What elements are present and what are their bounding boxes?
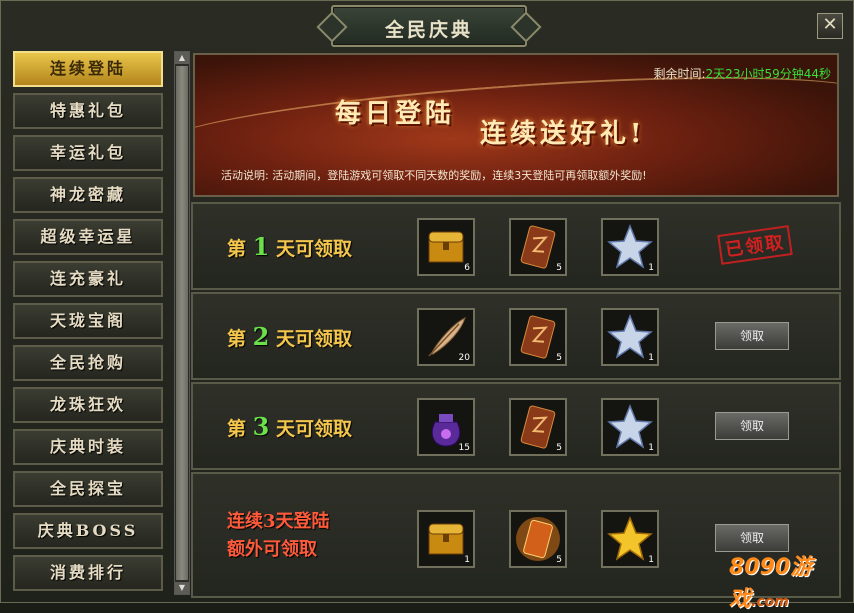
scroll-thumb[interactable] — [176, 66, 188, 580]
reward-item-slot[interactable]: 1 — [601, 308, 659, 366]
reward-item-slot[interactable]: 5 — [509, 510, 567, 568]
reward-item-slot[interactable]: 5 — [509, 308, 567, 366]
event-banner: 每日登陆 连续送好礼! 剩余时间:2天23小时59分钟44秒 活动说明: 活动期… — [193, 53, 839, 197]
item-count: 1 — [648, 555, 654, 565]
reward-item-slot[interactable]: 1 — [417, 510, 475, 568]
reward-item-slot[interactable]: 20 — [417, 308, 475, 366]
reward-item-slot[interactable]: 1 — [601, 218, 659, 276]
sidebar-item-3[interactable]: 神龙密藏 — [13, 177, 163, 213]
reward-item-slot[interactable]: 1 — [601, 398, 659, 456]
sidebar-item-8[interactable]: 龙珠狂欢 — [13, 387, 163, 423]
sidebar-item-5[interactable]: 连充豪礼 — [13, 261, 163, 297]
sidebar-item-2[interactable]: 幸运礼包 — [13, 135, 163, 171]
reward-item-slot[interactable]: 5 — [509, 398, 567, 456]
sidebar-item-7[interactable]: 全民抢购 — [13, 345, 163, 381]
remaining-time-label: 剩余时间: — [653, 67, 706, 81]
day-number: 2 — [252, 322, 270, 351]
reward-item-slot[interactable]: 6 — [417, 218, 475, 276]
item-count: 5 — [556, 443, 562, 453]
bonus-label-line2: 额外可领取 — [227, 539, 317, 560]
bonus-claim-button[interactable]: 领取 — [715, 524, 789, 552]
claim-button[interactable]: 领取 — [715, 412, 789, 440]
day-number: 1 — [252, 232, 270, 261]
celebration-window: 全民庆典 ✕ 连续登陆特惠礼包幸运礼包神龙密藏超级幸运星连充豪礼天珑宝阁全民抢购… — [0, 0, 854, 612]
sidebar-item-6[interactable]: 天珑宝阁 — [13, 303, 163, 339]
site-watermark: 8090游戏.com — [729, 549, 853, 613]
reward-row-day-2: 第 2 天可领取 20 5 1 领取 — [191, 292, 841, 380]
sidebar-item-0[interactable]: 连续登陆 — [13, 51, 163, 87]
window-title: 全民庆典 — [384, 19, 473, 41]
item-count: 20 — [458, 353, 470, 363]
bonus-label-line1: 连续3天登陆 — [227, 511, 330, 532]
day-prefix: 第 — [227, 238, 247, 260]
day-suffix: 天可领取 — [275, 238, 352, 260]
banner-title-gifts: 连续送好礼! — [480, 119, 646, 149]
item-count: 5 — [556, 353, 562, 363]
claimed-stamp: 已领取 — [717, 225, 793, 265]
event-description: 活动说明: 活动期间，登陆游戏可领取不同天数的奖励，连续3天登陆可再领取额外奖励… — [221, 169, 647, 182]
remaining-time-value: 2天23小时59分钟44秒 — [705, 67, 831, 81]
sidebar-item-1[interactable]: 特惠礼包 — [13, 93, 163, 129]
reward-row-day-3: 第 3 天可领取 15 5 1 领取 — [191, 382, 841, 470]
day-label: 第 2 天可领取 — [227, 322, 352, 351]
sidebar-item-10[interactable]: 全民探宝 — [13, 471, 163, 507]
scroll-down-arrow-icon[interactable]: ▼ — [175, 582, 189, 594]
item-count: 6 — [464, 263, 470, 273]
reward-item-slot[interactable]: 15 — [417, 398, 475, 456]
item-count: 1 — [464, 555, 470, 565]
item-count: 1 — [648, 443, 654, 453]
reward-item-slot[interactable]: 1 — [601, 510, 659, 568]
reward-row-day-1: 第 1 天可领取 6 5 1 已领取 — [191, 202, 841, 290]
day-label: 第 3 天可领取 — [227, 412, 352, 441]
sidebar-item-9[interactable]: 庆典时装 — [13, 429, 163, 465]
window-title-plate: 全民庆典 — [331, 5, 527, 47]
sidebar-item-12[interactable]: 消费排行 — [13, 555, 163, 591]
day-label: 第 1 天可领取 — [227, 232, 352, 261]
item-count: 15 — [458, 443, 470, 453]
item-count: 1 — [648, 263, 654, 273]
day-suffix: 天可领取 — [275, 418, 352, 440]
claim-button[interactable]: 领取 — [715, 322, 789, 350]
remaining-time: 剩余时间:2天23小时59分钟44秒 — [654, 65, 832, 82]
item-count: 1 — [648, 353, 654, 363]
day-suffix: 天可领取 — [275, 328, 352, 350]
bonus-label: 连续3天登陆 额外可领取 — [227, 508, 330, 564]
day-prefix: 第 — [227, 328, 247, 350]
sidebar-item-4[interactable]: 超级幸运星 — [13, 219, 163, 255]
sidebar-item-11[interactable]: 庆典BOSS — [13, 513, 163, 549]
banner-title-daily-login: 每日登陆 — [335, 99, 456, 129]
item-count: 5 — [556, 263, 562, 273]
day-number: 3 — [252, 412, 270, 441]
reward-item-slot[interactable]: 5 — [509, 218, 567, 276]
item-count: 5 — [556, 555, 562, 565]
day-prefix: 第 — [227, 418, 247, 440]
watermark-sub: .com — [751, 594, 789, 610]
close-button[interactable]: ✕ — [817, 13, 843, 39]
sidebar-scrollbar[interactable]: ▲ ▼ — [174, 51, 190, 595]
scroll-up-arrow-icon[interactable]: ▲ — [175, 52, 189, 64]
